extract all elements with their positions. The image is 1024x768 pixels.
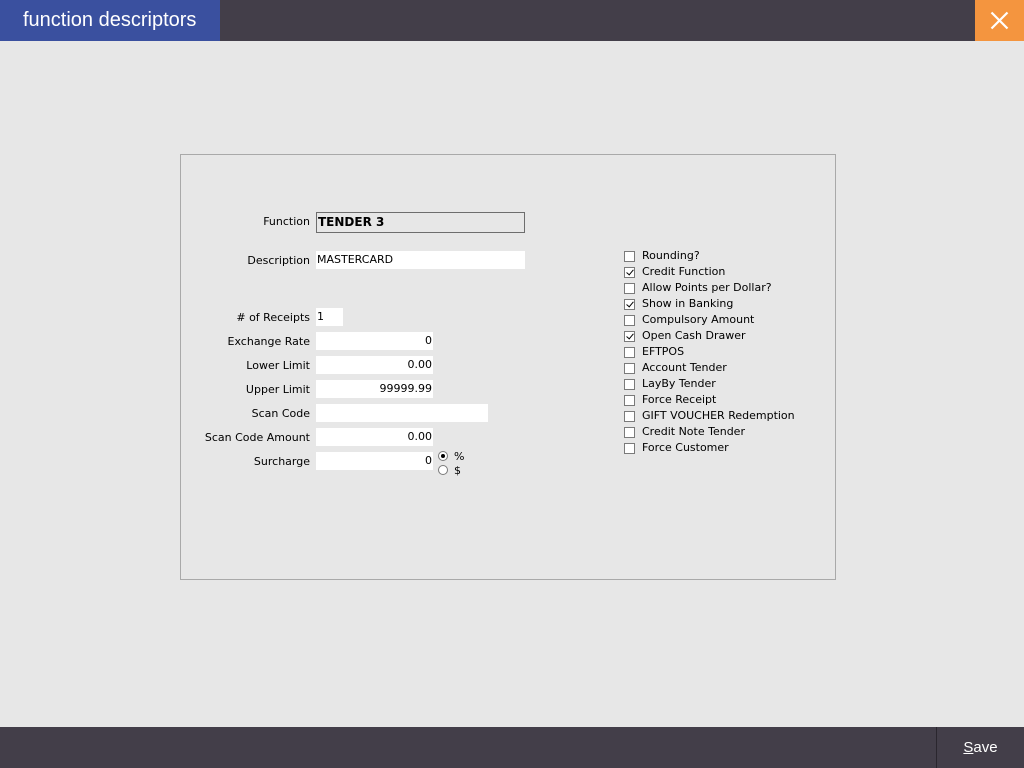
option-label: Show in Banking — [642, 297, 734, 310]
upper-limit-label: Upper Limit — [245, 383, 310, 396]
checkbox[interactable] — [624, 410, 635, 422]
option-label: LayBy Tender — [642, 377, 716, 390]
option-label: Rounding? — [642, 249, 700, 262]
option-credit-note-tender[interactable]: Credit Note Tender — [624, 424, 745, 440]
close-icon — [990, 11, 1009, 30]
surcharge-dollar-radio[interactable] — [438, 465, 448, 475]
option-force-customer[interactable]: Force Customer — [624, 440, 729, 456]
function-label: Function — [263, 215, 310, 228]
checkbox[interactable] — [624, 330, 635, 342]
option-eftpos[interactable]: EFTPOS — [624, 344, 684, 360]
save-label-rest: ave — [973, 739, 998, 756]
checkbox[interactable] — [624, 442, 635, 454]
receipts-input[interactable] — [316, 308, 343, 326]
checkbox[interactable] — [624, 426, 635, 438]
upper-limit-input[interactable] — [316, 380, 433, 398]
checkbox[interactable] — [624, 378, 635, 390]
receipts-label: # of Receipts — [236, 311, 310, 324]
option-layby-tender[interactable]: LayBy Tender — [624, 376, 716, 392]
window-title: function descriptors — [0, 0, 220, 41]
function-field: TENDER 3 — [316, 212, 525, 233]
surcharge-percent-radio[interactable] — [438, 451, 448, 461]
option-compulsory-amount[interactable]: Compulsory Amount — [624, 312, 754, 328]
checkbox[interactable] — [624, 394, 635, 406]
lower-limit-label: Lower Limit — [246, 359, 310, 372]
close-button[interactable] — [975, 0, 1024, 41]
save-button[interactable]: Save — [936, 727, 1024, 768]
exchange-rate-label: Exchange Rate — [227, 335, 310, 348]
function-descriptor-panel: Function TENDER 3 Description # of Recei… — [180, 154, 836, 580]
surcharge-dollar-option[interactable]: $ — [438, 463, 461, 477]
surcharge-input[interactable] — [316, 452, 433, 470]
description-input[interactable] — [316, 251, 525, 269]
checkbox[interactable] — [624, 346, 635, 358]
option-label: Force Customer — [642, 441, 729, 454]
scan-code-input[interactable] — [316, 404, 488, 422]
option-force-receipt[interactable]: Force Receipt — [624, 392, 716, 408]
scan-code-label: Scan Code — [251, 407, 310, 420]
save-mnemonic: S — [963, 739, 974, 756]
surcharge-percent-label: % — [454, 449, 465, 463]
option-label: Force Receipt — [642, 393, 717, 406]
surcharge-dollar-label: $ — [454, 463, 461, 477]
option-label: Credit Function — [642, 265, 726, 278]
checkbox[interactable] — [624, 298, 635, 310]
option-show-in-banking[interactable]: Show in Banking — [624, 296, 733, 312]
option-rounding[interactable]: Rounding? — [624, 248, 700, 264]
option-credit-function[interactable]: Credit Function — [624, 264, 725, 280]
scan-code-amount-input[interactable] — [316, 428, 433, 446]
option-label: Open Cash Drawer — [642, 329, 746, 342]
option-label: GIFT VOUCHER Redemption — [642, 409, 795, 422]
lower-limit-input[interactable] — [316, 356, 433, 374]
option-gift-voucher-redemption[interactable]: GIFT VOUCHER Redemption — [624, 408, 795, 424]
option-open-cash-drawer[interactable]: Open Cash Drawer — [624, 328, 746, 344]
option-label: Credit Note Tender — [642, 425, 745, 438]
option-label: EFTPOS — [642, 345, 685, 358]
surcharge-percent-option[interactable]: % — [438, 449, 464, 463]
scan-code-amount-label: Scan Code Amount — [204, 431, 310, 444]
checkbox[interactable] — [624, 250, 635, 262]
bottom-bar: Save — [0, 727, 1024, 768]
checkbox[interactable] — [624, 362, 635, 374]
checkbox[interactable] — [624, 314, 635, 326]
surcharge-label: Surcharge — [253, 455, 310, 468]
option-account-tender[interactable]: Account Tender — [624, 360, 727, 376]
option-allow-points-per-dollar[interactable]: Allow Points per Dollar? — [624, 280, 772, 296]
checkbox[interactable] — [624, 282, 635, 294]
title-bar: function descriptors — [0, 0, 1024, 41]
description-label: Description — [247, 254, 310, 267]
option-label: Compulsory Amount — [642, 313, 755, 326]
option-label: Allow Points per Dollar? — [642, 281, 772, 294]
checkbox[interactable] — [624, 266, 635, 278]
option-label: Account Tender — [642, 361, 727, 374]
exchange-rate-input[interactable] — [316, 332, 433, 350]
